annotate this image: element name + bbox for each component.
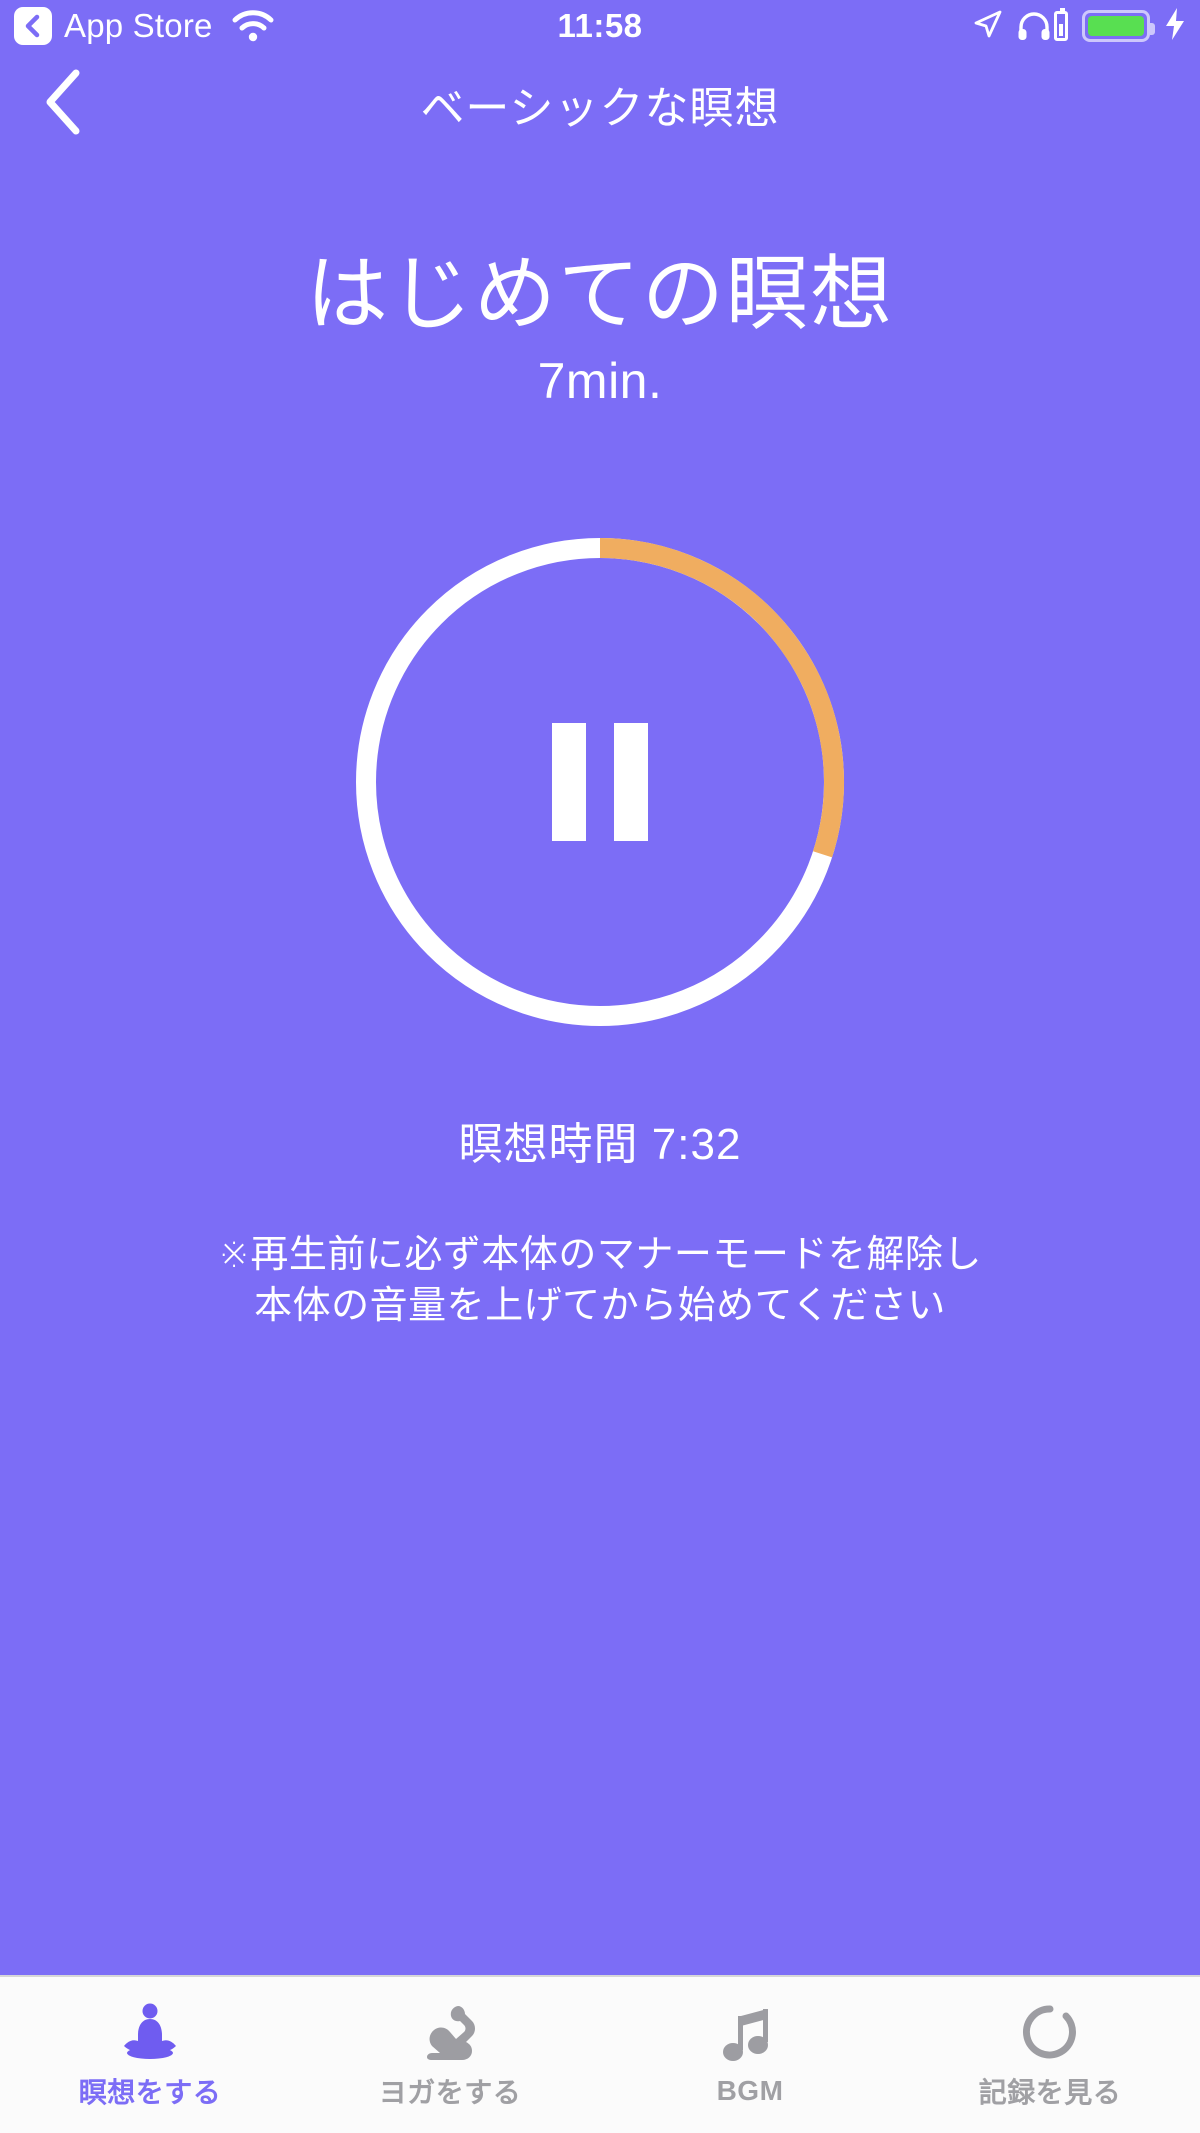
chevron-left-icon	[41, 67, 87, 142]
nav-back-button[interactable]	[28, 68, 100, 140]
wifi-icon	[231, 9, 275, 43]
navigation-bar: ベーシックな瞑想	[0, 52, 1200, 156]
tab-meditation[interactable]: 瞑想をする	[0, 1977, 300, 2133]
session-duration: 7min.	[537, 353, 663, 410]
app-screen: App Store 11:58 ベーシックな瞑想 はじめての瞑想 7min. 瞑…	[0, 0, 1200, 2133]
main-content: はじめての瞑想 7min. 瞑想時間 7:32 ※再生前に必ず本体のマナーモード…	[0, 156, 1200, 1975]
page-title: ベーシックな瞑想	[420, 84, 780, 133]
pause-bar-left	[552, 723, 586, 842]
chevron-left-icon	[23, 14, 43, 38]
tab-label-meditation: 瞑想をする	[78, 2077, 222, 2108]
tab-history[interactable]: 記録を見る	[900, 1977, 1200, 2133]
lightning-bolt-icon	[1164, 7, 1186, 46]
pause-bar-right	[614, 723, 648, 842]
progress-ring-player[interactable]	[346, 528, 854, 1036]
back-to-app-store-button[interactable]	[14, 7, 52, 45]
status-bar-clock: 11:58	[557, 7, 643, 44]
playback-notice-line-1: ※再生前に必ず本体のマナーモードを解除し	[218, 1234, 982, 1277]
tab-label-yoga: ヨガをする	[378, 2077, 522, 2108]
playback-notice: ※再生前に必ず本体のマナーモードを解除し 本体の音量を上げてから始めてください	[218, 1230, 982, 1333]
back-app-label[interactable]: App Store	[64, 7, 213, 45]
tab-label-history: 記録を見る	[978, 2077, 1122, 2108]
session-title: はじめての瞑想	[305, 249, 894, 340]
location-arrow-icon	[973, 9, 1003, 44]
status-bar: App Store 11:58	[0, 0, 1200, 52]
headphone-battery-icon	[1054, 8, 1068, 41]
headphones-icon	[1017, 8, 1068, 41]
pause-icon[interactable]	[552, 723, 648, 842]
circular-arc-history-icon	[1021, 1999, 1079, 2061]
status-bar-left: App Store	[0, 7, 275, 45]
tab-label-bgm: BGM	[716, 2075, 784, 2106]
playback-notice-line-2: 本体の音量を上げてから始めてください	[254, 1285, 946, 1328]
elapsed-time-label: 瞑想時間 7:32	[458, 1120, 742, 1170]
music-note-icon	[722, 2003, 778, 2065]
yoga-pose-icon	[420, 1999, 480, 2061]
tab-bar: 瞑想をする ヨガをする BGM 記録を見る	[0, 1975, 1200, 2133]
status-bar-right	[973, 7, 1200, 46]
tab-bgm[interactable]: BGM	[600, 1977, 900, 2133]
meditation-lotus-icon	[119, 1999, 181, 2061]
battery-icon	[1082, 10, 1155, 42]
tab-yoga[interactable]: ヨガをする	[300, 1977, 600, 2133]
